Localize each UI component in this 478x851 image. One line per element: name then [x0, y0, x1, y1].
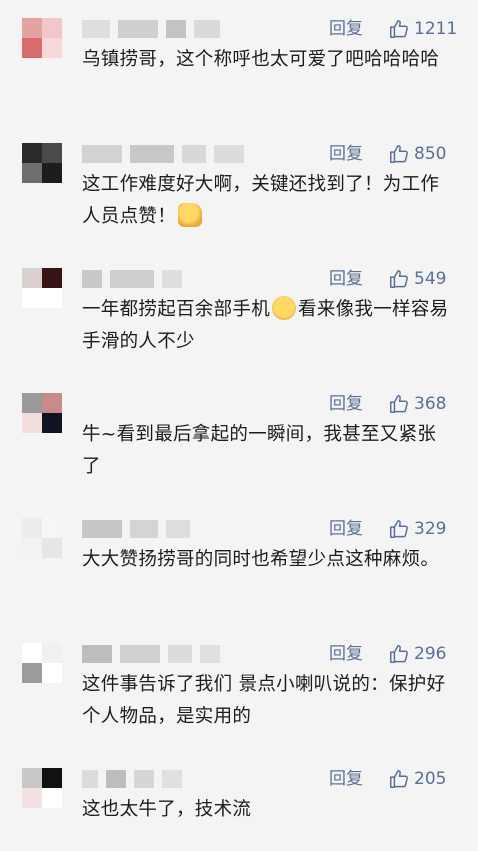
reply-button[interactable]: 回复	[329, 768, 363, 790]
comment-text-part: 这工作难度好大啊，关键还找到了！为工作人员点赞！	[82, 174, 440, 227]
like-count: 368	[414, 394, 447, 414]
like-button[interactable]: 549	[388, 268, 446, 290]
reply-button[interactable]: 回复	[329, 143, 363, 165]
thumbs-up-icon	[390, 395, 408, 413]
like-button[interactable]: 368	[388, 393, 446, 415]
thumbs-up-icon	[390, 20, 408, 38]
avatar[interactable]	[22, 643, 62, 683]
comment-text: 大大赞扬捞哥的同时也希望少点这种麻烦。	[82, 549, 440, 570]
like-button[interactable]: 205	[388, 768, 446, 790]
avatar[interactable]	[22, 768, 62, 808]
thumbs-up-icon	[390, 520, 408, 538]
username-blurred[interactable]	[82, 20, 220, 38]
like-count: 296	[414, 644, 447, 664]
like-button[interactable]: 850	[388, 143, 446, 165]
username-blurred[interactable]	[82, 770, 182, 788]
comment-text: 这也太牛了，技术流	[82, 799, 252, 820]
like-count: 1211	[414, 19, 458, 39]
username-blurred[interactable]	[82, 145, 244, 163]
comment-text: 乌镇捞哥，这个称呼也太可爱了吧哈哈哈哈	[82, 49, 440, 70]
username-blurred[interactable]	[82, 270, 182, 288]
like-count: 549	[414, 269, 447, 289]
thumbs-up-icon	[390, 645, 408, 663]
comment-text: 牛~看到最后拿起的一瞬间，我甚至又紧张了	[82, 424, 437, 477]
avatar[interactable]	[22, 268, 62, 308]
avatar[interactable]	[22, 518, 62, 558]
like-count: 205	[414, 769, 447, 789]
like-count: 329	[414, 519, 447, 539]
comment-text: 这件事告诉了我们 景点小喇叭说的：保护好个人物品，是实用的	[82, 674, 446, 727]
comment-text: 一年都捞起百余部手机 看来像我一样容易手滑的人不少	[82, 294, 454, 358]
comment-text: 这工作难度好大啊，关键还找到了！为工作人员点赞！	[82, 169, 454, 233]
avatar[interactable]	[22, 393, 62, 433]
reply-button[interactable]: 回复	[329, 643, 363, 665]
like-button[interactable]: 296	[388, 643, 446, 665]
comment-text-part: 一年都捞起百余部手机	[82, 299, 271, 320]
like-count: 850	[414, 144, 447, 164]
like-button[interactable]: 1211	[388, 18, 457, 40]
avatar[interactable]	[22, 18, 62, 58]
thumbs-up-icon	[390, 270, 408, 288]
reply-button[interactable]: 回复	[329, 268, 363, 290]
thumbs-up-emoji-icon	[178, 203, 203, 227]
username-blurred[interactable]	[82, 645, 220, 663]
reply-button[interactable]: 回复	[329, 393, 363, 415]
thumbs-up-icon	[390, 770, 408, 788]
reply-button[interactable]: 回复	[329, 518, 363, 540]
like-button[interactable]: 329	[388, 518, 446, 540]
thumbs-up-icon	[390, 145, 408, 163]
crying-laughing-emoji-icon	[272, 296, 297, 320]
avatar[interactable]	[22, 143, 62, 183]
reply-button[interactable]: 回复	[329, 18, 363, 40]
username-blurred[interactable]	[82, 520, 190, 538]
